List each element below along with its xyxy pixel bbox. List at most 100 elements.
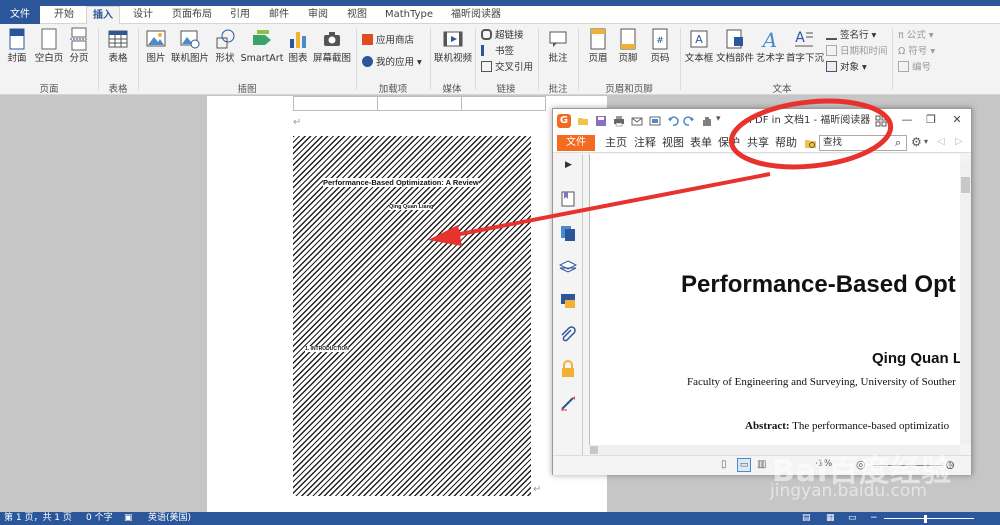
quick-parts-button[interactable]: 文档部件 (716, 27, 754, 64)
embedded-pdf-object[interactable]: Performance-Based Optimization: A Review… (293, 136, 531, 496)
attachment-icon[interactable] (559, 326, 577, 344)
pages-panel-icon[interactable] (559, 224, 577, 242)
open-folder-icon[interactable] (577, 115, 589, 127)
layers-panel-icon[interactable] (559, 258, 577, 276)
date-time-button[interactable]: 日期和时间 (826, 45, 888, 59)
tab-design[interactable]: 设计 (124, 6, 162, 24)
facing-page-icon[interactable]: ▥ (757, 459, 766, 470)
scrollbar-thumb[interactable] (961, 177, 970, 193)
online-picture-button[interactable]: 联机图片 (170, 27, 210, 64)
group-label-text: 文本 (772, 84, 792, 95)
email-icon[interactable] (631, 115, 643, 127)
foxit-document-view[interactable]: Performance-Based Opt Qing Quan L Facult… (589, 154, 960, 445)
table-button[interactable]: 表格 (104, 27, 132, 64)
close-button[interactable]: ✕ (947, 112, 967, 128)
read-mode-icon[interactable]: ▤ (802, 512, 811, 525)
zoom-out-icon[interactable]: − (870, 512, 878, 525)
sign-tool-icon[interactable] (559, 394, 577, 412)
restore-button[interactable]: ❐ (921, 112, 941, 128)
tab-references[interactable]: 引用 (222, 6, 258, 24)
find-folder-icon[interactable] (804, 137, 817, 150)
tab-home[interactable]: 开始 (46, 6, 82, 24)
object-button[interactable]: 对象 ▾ (826, 61, 867, 75)
cross-reference-button[interactable]: 交叉引用 (481, 61, 533, 75)
chart-button[interactable]: 图表 (286, 27, 310, 64)
foxit-menu-share[interactable]: 共享 (747, 133, 769, 153)
save-icon[interactable] (595, 115, 607, 127)
shapes-button[interactable]: 形状 (212, 27, 238, 64)
scrollbar-thumb[interactable] (590, 446, 598, 454)
page-break-button[interactable]: 分页 (66, 27, 92, 64)
word-count[interactable]: 0 个字 (86, 512, 113, 525)
foxit-vertical-scrollbar[interactable] (960, 161, 971, 444)
expand-panel-icon[interactable]: ▶ (565, 160, 572, 170)
app-store-button[interactable]: 应用商店 (362, 34, 414, 48)
nav-back-icon[interactable]: ◁ (937, 136, 945, 147)
header-button[interactable]: 页眉 (584, 27, 612, 64)
tab-page-layout[interactable]: 页面布局 (166, 6, 218, 24)
blank-page-button[interactable]: 空白页 (34, 27, 64, 64)
foxit-menu-file[interactable]: 文件 (557, 135, 595, 151)
settings-dropdown-icon[interactable]: ▾ (924, 137, 928, 146)
search-icon[interactable]: ⌕ (895, 136, 901, 150)
cover-button[interactable]: 封面 (4, 27, 30, 64)
screenshot-icon[interactable] (649, 115, 661, 127)
signature-line-button[interactable]: 签名行 ▾ (826, 29, 876, 43)
foxit-menu-help[interactable]: 帮助 (775, 133, 797, 153)
foxit-reader-window[interactable]: G ▾ PDF in 文档1 - 福昕阅读器 — ❐ ✕ 文件 主页 注释 视图… (552, 108, 972, 475)
page-number-button[interactable]: # 页码 (646, 27, 674, 64)
view-mode-icon[interactable] (875, 115, 887, 127)
equation-button[interactable]: π 公式 ▾ (898, 29, 934, 43)
undo-icon[interactable] (667, 115, 679, 127)
foxit-menu-comment[interactable]: 注释 (634, 133, 656, 153)
number-button[interactable]: 编号 (898, 61, 931, 75)
tab-file[interactable]: 文件 (0, 6, 40, 24)
foxit-title-bar[interactable]: G ▾ PDF in 文档1 - 福昕阅读器 — ❐ ✕ (553, 109, 971, 133)
textbox-button[interactable]: A 文本框 (684, 27, 714, 64)
print-layout-icon[interactable]: ▦ (826, 512, 835, 525)
bookmark-panel-icon[interactable] (559, 190, 577, 208)
language-indicator[interactable]: 英语(美国) (148, 512, 191, 525)
picture-button[interactable]: 图片 (144, 27, 168, 64)
foxit-menu-protect[interactable]: 保护 (718, 133, 740, 153)
customize-dropdown-icon[interactable]: ▾ (716, 114, 728, 126)
zoom-slider-thumb[interactable] (924, 515, 927, 523)
lock-icon[interactable] (559, 360, 577, 378)
hand-tool-icon[interactable] (701, 115, 713, 127)
minimize-button[interactable]: — (897, 112, 917, 128)
comments-panel-icon[interactable] (559, 292, 577, 310)
document-page[interactable]: ↵ ↵ Performance-Based Optimization: A Re… (207, 96, 607, 512)
foxit-logo-icon[interactable]: G (557, 114, 571, 128)
redo-icon[interactable] (683, 115, 695, 127)
settings-gear-icon[interactable]: ⚙ (911, 135, 922, 149)
tab-insert[interactable]: 插入 (86, 6, 120, 25)
foxit-menu-form[interactable]: 表单 (690, 133, 712, 153)
print-icon[interactable] (613, 115, 625, 127)
symbol-button[interactable]: Ω 符号 ▾ (898, 45, 935, 59)
web-layout-icon[interactable]: ▭ (848, 512, 857, 525)
comment-button[interactable]: 批注 (544, 27, 572, 64)
footer-button[interactable]: 页脚 (614, 27, 642, 64)
foxit-menu-home[interactable]: 主页 (605, 133, 627, 153)
smartart-button[interactable]: SmartArt (240, 27, 284, 64)
page-count[interactable]: 第 1 页，共 1 页 (4, 512, 72, 525)
my-apps-button[interactable]: 我的应用 ▾ (362, 56, 422, 70)
tab-foxit-reader[interactable]: 福昕阅读器 (444, 6, 508, 24)
tab-view[interactable]: 视图 (340, 6, 374, 24)
foxit-search-input[interactable]: 查找 (819, 135, 907, 151)
tab-mathtype[interactable]: MathType (380, 6, 438, 24)
drop-cap-button[interactable]: A 首字下沉 (786, 27, 824, 64)
zoom-slider-track[interactable] (884, 518, 974, 519)
bookmark-button[interactable]: 书签 (481, 45, 514, 59)
tab-review[interactable]: 审阅 (300, 6, 336, 24)
screenshot-button[interactable]: 屏幕截图 (312, 27, 352, 64)
proofing-icon[interactable]: ▣ (124, 512, 133, 525)
wordart-button[interactable]: A 艺术字 (756, 27, 785, 64)
continuous-page-icon[interactable]: ▭ (737, 458, 751, 472)
online-video-button[interactable]: 联机视频 (434, 27, 472, 64)
single-page-icon[interactable]: ▯ (721, 459, 727, 470)
tab-mailings[interactable]: 邮件 (262, 6, 296, 24)
nav-forward-icon[interactable]: ▷ (955, 136, 963, 147)
foxit-menu-view[interactable]: 视图 (662, 133, 684, 153)
hyperlink-button[interactable]: 超链接 (481, 29, 524, 43)
